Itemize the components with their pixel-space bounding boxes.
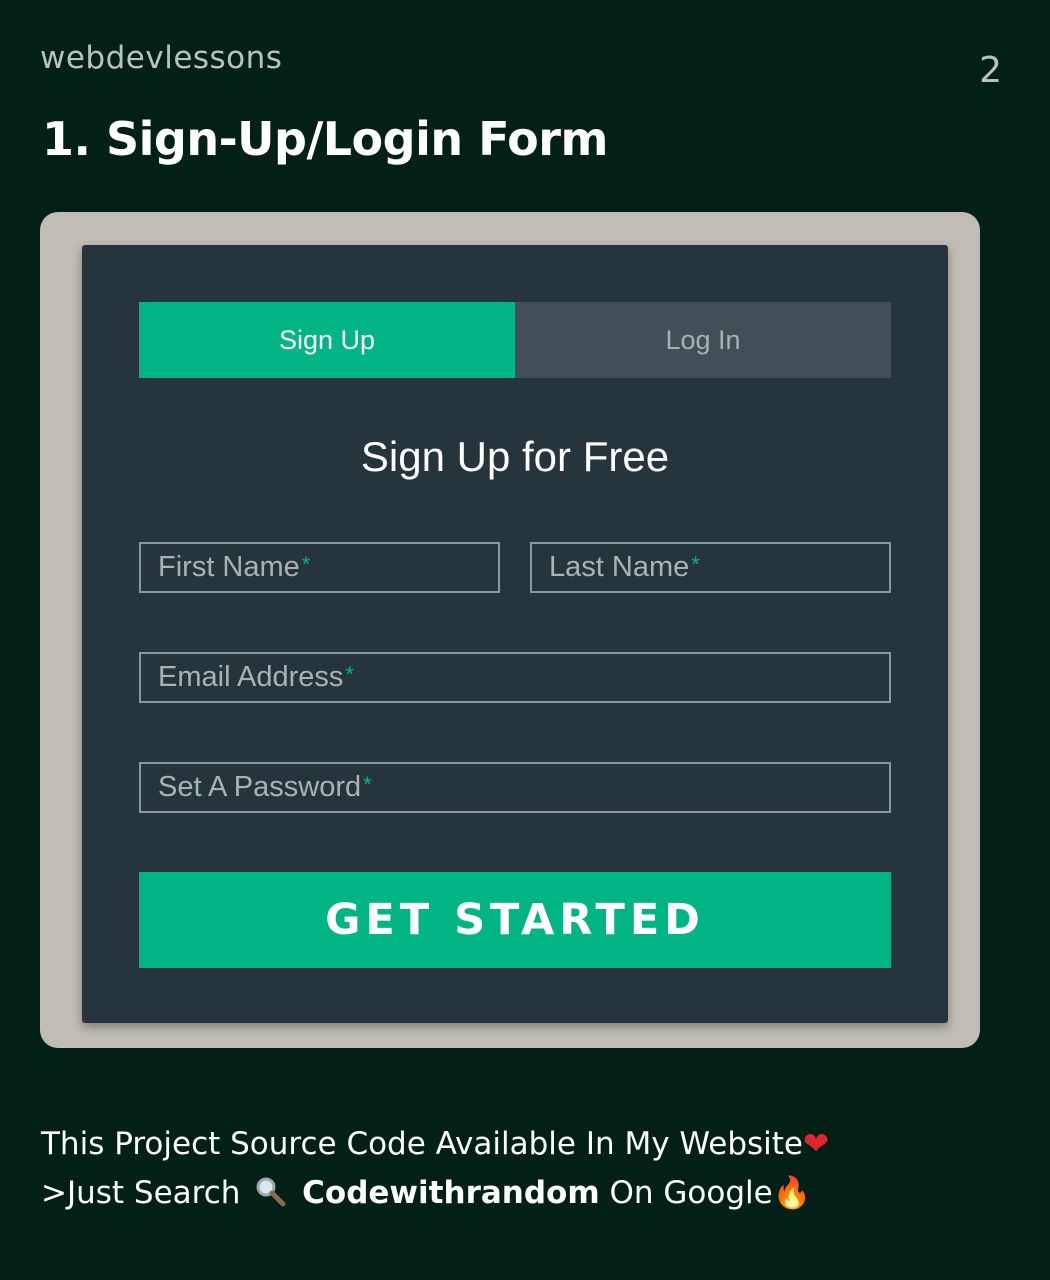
tab-sign-up[interactable]: Sign Up <box>139 302 515 378</box>
get-started-button[interactable]: GET STARTED <box>139 872 891 968</box>
brand-name: webdevlessons <box>40 40 283 76</box>
page-number: 2 <box>979 50 1002 91</box>
email-placeholder: Email Address <box>158 661 344 693</box>
tab-bar: Sign Up Log In <box>139 302 891 378</box>
caption-text-1: This Project Source Code Available In My… <box>41 1126 803 1162</box>
password-field[interactable]: Set A Password * <box>139 762 891 813</box>
required-mark: * <box>363 772 372 797</box>
last-name-field[interactable]: Last Name * <box>530 542 891 593</box>
required-mark: * <box>345 662 354 687</box>
email-field[interactable]: Email Address * <box>139 652 891 703</box>
form-title: Sign Up for Free <box>360 433 670 480</box>
first-name-placeholder: First Name <box>158 551 300 583</box>
last-name-placeholder: Last Name <box>549 551 690 583</box>
caption-suffix: On Google <box>609 1175 773 1211</box>
caption-brand: Codewithrandom <box>302 1175 600 1211</box>
required-mark: * <box>301 552 311 577</box>
caption-line-1: This Project Source Code Available In My… <box>41 1120 829 1169</box>
first-name-field[interactable]: First Name * <box>139 542 500 593</box>
magnifier-icon <box>256 1177 286 1207</box>
signup-card: Sign Up Log In Sign Up for Free First Na… <box>82 245 948 1023</box>
fire-icon: 🔥 <box>772 1175 812 1211</box>
page-title: 1. Sign-Up/Login Form <box>42 112 608 166</box>
required-mark: * <box>691 552 700 577</box>
password-placeholder: Set A Password <box>158 771 362 803</box>
caption: This Project Source Code Available In My… <box>41 1120 829 1218</box>
tab-log-in[interactable]: Log In <box>515 302 891 378</box>
heart-icon: ❤ <box>803 1126 829 1162</box>
caption-prefix: >Just Search <box>41 1175 241 1211</box>
caption-line-2: >Just Search Codewithrandom On Google🔥 <box>41 1169 829 1218</box>
screenshot-frame: Sign Up Log In Sign Up for Free First Na… <box>40 212 980 1048</box>
